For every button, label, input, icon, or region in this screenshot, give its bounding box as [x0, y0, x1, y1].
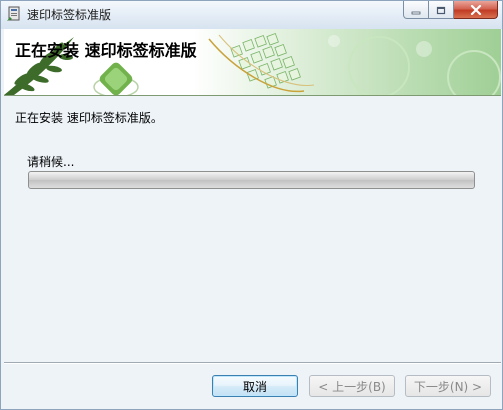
progress-bar: [28, 171, 475, 189]
window-title: 速印标签标准版: [27, 8, 112, 22]
maximize-button[interactable]: [429, 1, 454, 19]
button-bar: 取消 < 上一步(B) 下一步(N) >: [4, 364, 501, 408]
close-icon: [470, 0, 482, 19]
header-banner: 正在安装 速印标签标准版: [4, 29, 501, 96]
cancel-button[interactable]: 取消: [212, 375, 298, 397]
installer-icon: [6, 5, 22, 23]
installer-window: 速印标签标准版 正在安装 速印标签标准版 正在安装 速印标签标准版。 请稍候..…: [0, 0, 503, 410]
install-message: 正在安装 速印标签标准版。: [15, 111, 163, 125]
close-button[interactable]: [454, 1, 498, 19]
maximize-icon: [436, 0, 446, 19]
window-controls: [403, 1, 498, 21]
banner-title: 正在安装 速印标签标准版: [15, 41, 197, 60]
minimize-button[interactable]: [403, 1, 429, 19]
content-area: 正在安装 速印标签标准版。 请稍候...: [4, 96, 501, 361]
title-bar[interactable]: 速印标签标准版: [1, 1, 502, 29]
minimize-icon: [411, 0, 421, 19]
wait-label: 请稍候...: [27, 155, 75, 169]
back-button[interactable]: < 上一步(B): [309, 375, 395, 397]
next-button[interactable]: 下一步(N) >: [405, 375, 491, 397]
